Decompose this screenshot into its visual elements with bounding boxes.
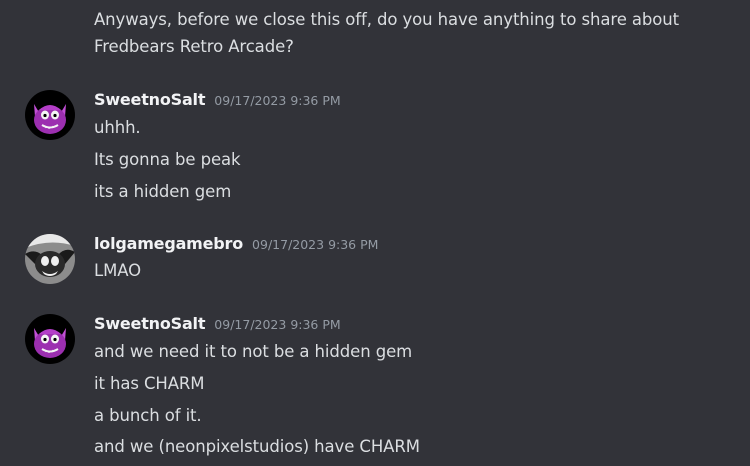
message-text-line: LMAO xyxy=(94,261,142,280)
message-text-line: and we need it to not be a hidden gem xyxy=(94,342,413,361)
username[interactable]: SweetnoSalt xyxy=(94,90,205,109)
username[interactable]: SweetnoSalt xyxy=(94,314,205,333)
avatar-lolgamegamebro-icon[interactable] xyxy=(25,234,75,284)
chat-message-list: Anyways, before we close this off, do yo… xyxy=(0,0,750,466)
avatar-sweetnosalt-icon[interactable] xyxy=(25,314,75,364)
message-text-line: Anyways, before we close this off, do yo… xyxy=(94,10,680,29)
message-text-line: and we (neonpixelstudios) have CHARM xyxy=(94,437,420,456)
message-text-line: uhhh. xyxy=(94,118,141,137)
timestamp: 09/17/2023 9:36 PM xyxy=(252,237,379,252)
timestamp: 09/17/2023 9:36 PM xyxy=(214,93,341,108)
message-header: SweetnoSalt 09/17/2023 9:36 PM xyxy=(94,314,341,336)
username[interactable]: lolgamegamebro xyxy=(94,234,243,253)
timestamp: 09/17/2023 9:36 PM xyxy=(214,317,341,332)
message-text-line: Fredbears Retro Arcade? xyxy=(94,37,294,56)
message-text-line: it has CHARM xyxy=(94,374,205,393)
message-text-line: Its gonna be peak xyxy=(94,150,241,169)
message-header: SweetnoSalt 09/17/2023 9:36 PM xyxy=(94,90,341,112)
message-text-line: a bunch of it. xyxy=(94,406,202,425)
message-header: lolgamegamebro 09/17/2023 9:36 PM xyxy=(94,234,378,256)
avatar-sweetnosalt-icon[interactable] xyxy=(25,90,75,140)
message-text-line: its a hidden gem xyxy=(94,182,232,201)
